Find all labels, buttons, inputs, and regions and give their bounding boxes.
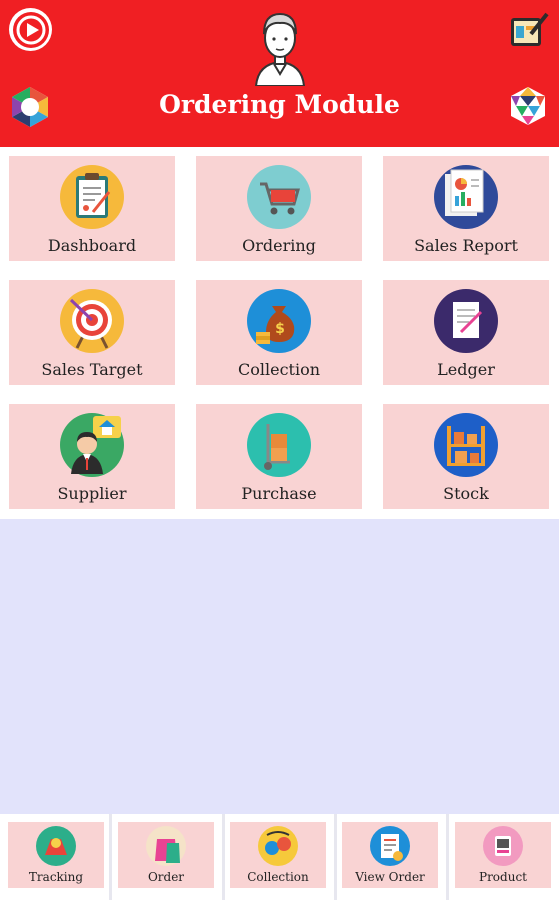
stock-shelf-icon — [434, 413, 498, 477]
tile-ledger[interactable]: Ledger — [383, 280, 549, 385]
play-button[interactable] — [9, 8, 52, 51]
product-box-icon — [483, 826, 523, 866]
nav-divider — [334, 814, 337, 900]
coin-exchange-icon — [258, 826, 298, 866]
tile-sales-target[interactable]: Sales Target — [9, 280, 175, 385]
nav-divider — [446, 814, 449, 900]
play-icon — [12, 11, 49, 48]
nav-label: View Order — [355, 870, 425, 884]
edit-button[interactable] — [509, 12, 549, 48]
edit-icon — [511, 12, 549, 46]
nav-label: Tracking — [28, 870, 84, 884]
tile-dashboard[interactable]: Dashboard — [9, 156, 175, 261]
tile-label: Ordering — [242, 236, 316, 255]
tile-sales-report[interactable]: Sales Report — [383, 156, 549, 261]
money-bag-icon: $ — [247, 289, 311, 353]
tile-label: Supplier — [57, 484, 127, 503]
nav-product[interactable]: Product — [455, 822, 551, 888]
hexagon-segments-icon — [511, 87, 545, 125]
clipboard-icon — [60, 165, 124, 229]
bottom-nav: Tracking Order Collection View Order Pro… — [0, 814, 559, 900]
hexagon-segments-button[interactable] — [507, 85, 549, 127]
app-header: Ordering Module — [0, 0, 559, 147]
nav-label: Order — [147, 870, 185, 884]
ledger-document-icon — [434, 289, 498, 353]
tile-label: Sales Report — [414, 236, 518, 255]
nav-view-order[interactable]: View Order — [342, 822, 438, 888]
report-chart-icon — [434, 165, 498, 229]
page-title: Ordering Module — [159, 90, 400, 119]
order-list-icon — [370, 826, 410, 866]
module-grid: Dashboard Ordering Sales Report Sales Ta… — [0, 147, 559, 519]
tile-label: Collection — [237, 360, 321, 379]
nav-divider — [109, 814, 112, 900]
nav-collection[interactable]: Collection — [230, 822, 326, 888]
supplier-person-icon — [60, 413, 124, 477]
tile-label: Stock — [443, 484, 489, 503]
tile-label: Purchase — [241, 484, 317, 503]
tile-purchase[interactable]: Purchase — [196, 404, 362, 509]
target-icon — [60, 289, 124, 353]
nav-divider — [222, 814, 225, 900]
shopping-cart-icon — [247, 165, 311, 229]
tile-supplier[interactable]: Supplier — [9, 404, 175, 509]
svg-text:$: $ — [275, 321, 285, 337]
tile-stock[interactable]: Stock — [383, 404, 549, 509]
tile-label: Dashboard — [47, 236, 137, 255]
nav-order[interactable]: Order — [118, 822, 214, 888]
tile-collection[interactable]: $ Collection — [196, 280, 362, 385]
tile-label: Sales Target — [41, 360, 143, 379]
nav-tracking[interactable]: Tracking — [8, 822, 104, 888]
nav-label: Product — [479, 870, 527, 884]
tile-label: Ledger — [437, 360, 495, 379]
user-avatar-icon — [254, 12, 306, 87]
shopping-bag-icon — [146, 826, 186, 866]
hand-truck-icon — [247, 413, 311, 477]
nav-label: Collection — [247, 870, 309, 884]
user-avatar — [252, 8, 308, 87]
tile-ordering[interactable]: Ordering — [196, 156, 362, 261]
map-pin-icon — [36, 826, 76, 866]
